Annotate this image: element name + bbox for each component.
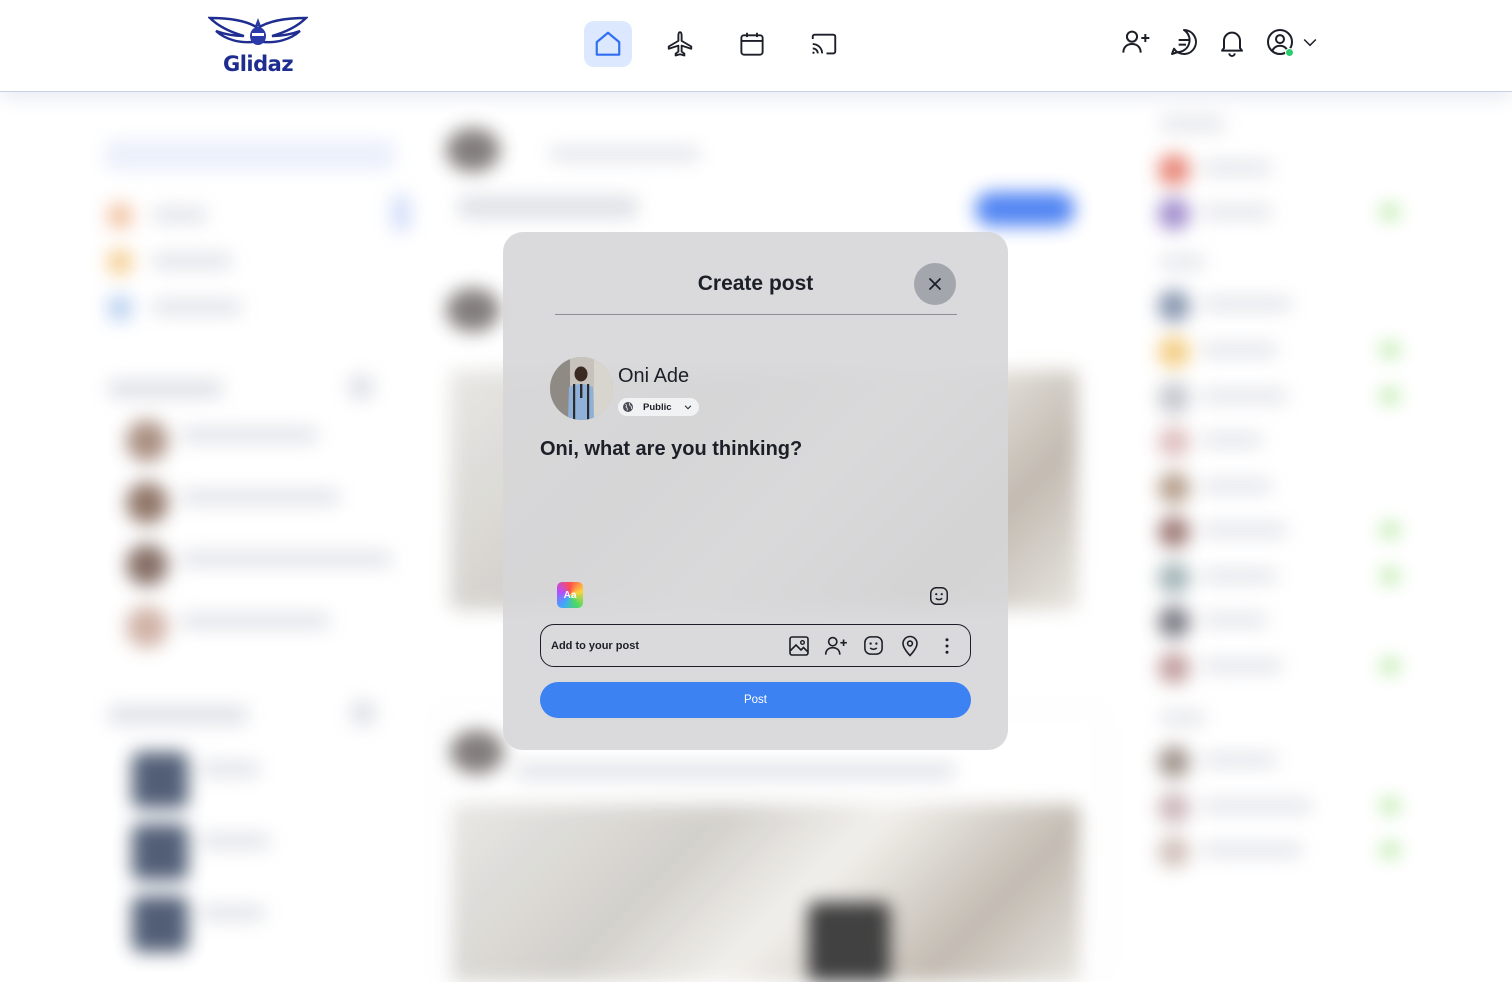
- more-options-button[interactable]: [934, 633, 960, 659]
- bell-icon: [1221, 31, 1243, 57]
- avatar: [550, 357, 613, 420]
- add-photo-button[interactable]: [786, 633, 812, 659]
- add-to-post-label: Add to your post: [551, 639, 639, 652]
- close-button[interactable]: [914, 263, 956, 305]
- smiley-icon: [930, 587, 948, 605]
- add-to-post-bar: Add to your post: [540, 624, 971, 667]
- user-actions: [1120, 26, 1320, 58]
- profile-menu-button[interactable]: [1264, 26, 1320, 58]
- glidaz-logo[interactable]: Glidaz: [207, 14, 309, 76]
- user-name: Oni Ade: [618, 365, 690, 387]
- tag-people-button[interactable]: [823, 633, 849, 659]
- text-style-button[interactable]: Aa: [557, 582, 583, 608]
- home-icon: [595, 31, 621, 56]
- cast-icon: [811, 33, 837, 55]
- add-friend-icon: [1122, 30, 1150, 53]
- create-post-modal: Create post Oni Ade Public Oni, what are…: [503, 232, 1008, 750]
- location-button[interactable]: [897, 633, 923, 659]
- more-icon: [945, 637, 949, 654]
- brand-name: Glidaz: [223, 52, 294, 76]
- messages-button[interactable]: [1168, 26, 1200, 58]
- user-photo-icon: [550, 357, 613, 420]
- close-icon: [929, 278, 941, 290]
- modal-divider: [555, 314, 957, 315]
- winged-plane-logo-icon: [207, 16, 309, 45]
- nav-calendar[interactable]: [728, 21, 776, 67]
- notifications-button[interactable]: [1216, 26, 1248, 58]
- privacy-selector[interactable]: Public: [618, 398, 699, 416]
- post-text-input[interactable]: Oni, what are you thinking?: [540, 438, 802, 461]
- top-navbar: Glidaz: [0, 0, 1512, 92]
- add-friend-button[interactable]: [1120, 26, 1152, 58]
- privacy-label: Public: [643, 401, 672, 413]
- chevron-down-icon: [684, 405, 691, 410]
- add-to-post-actions: [786, 633, 960, 659]
- feeling-icon: [863, 636, 883, 655]
- emoji-button[interactable]: [928, 585, 950, 612]
- photo-icon: [789, 635, 809, 656]
- location-icon: [902, 635, 918, 657]
- online-status-dot: [1285, 48, 1294, 57]
- nav-flights[interactable]: [656, 21, 704, 67]
- globe-icon: [623, 402, 633, 412]
- message-icon: [1171, 29, 1197, 55]
- calendar-icon: [740, 32, 764, 56]
- feeling-button[interactable]: [860, 633, 886, 659]
- chevron-down-icon: [1303, 38, 1317, 47]
- nav-home[interactable]: [584, 21, 632, 67]
- main-nav: [584, 21, 848, 67]
- tag-people-icon: [824, 636, 847, 655]
- nav-cast[interactable]: [800, 21, 848, 67]
- post-button[interactable]: Post: [540, 682, 971, 718]
- plane-icon: [667, 31, 693, 57]
